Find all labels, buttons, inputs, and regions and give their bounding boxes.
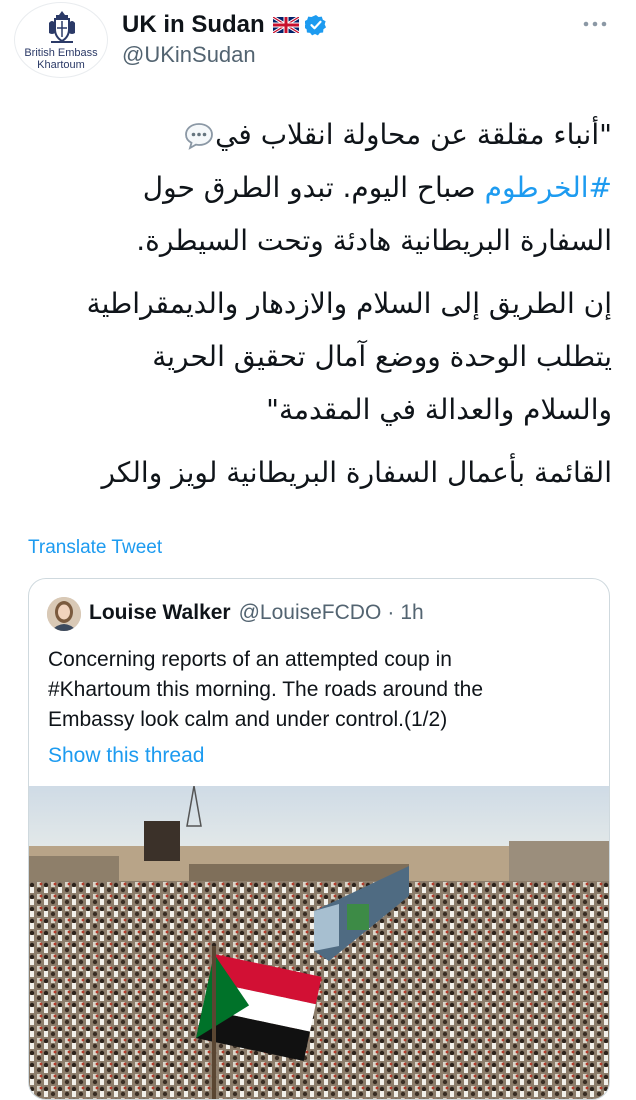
quoted-tweet-card[interactable]: Louise Walker @LouiseFCDO · 1h Concernin… — [28, 578, 610, 1100]
tweet-line-7: القائمة بأعمال السفارة البريطانية لويز و… — [101, 456, 612, 489]
tweet-paragraph-2: إن الطريق إلى السلام والازدهار والديمقرا… — [30, 277, 612, 436]
author-name-row: UK in Sudan — [122, 10, 327, 40]
quoted-display-name[interactable]: Louise Walker — [89, 601, 231, 625]
tweet-header: British Embass Khartoum UK in Sudan @UKi… — [0, 0, 636, 90]
hashtag-khartoum-link[interactable]: #الخرطوم — [485, 171, 612, 204]
tweet-text: "أنباء مقلقة عن محاولة انقلاب في #الخرطو… — [30, 108, 612, 509]
tweet-line-4: إن الطريق إلى السلام والازدهار والديمقرا… — [86, 287, 612, 320]
quoted-author-avatar[interactable] — [47, 597, 81, 631]
royal-crest-icon — [49, 11, 75, 43]
avatar-text-line1: British Embass — [24, 47, 98, 59]
show-thread-link[interactable]: Show this thread — [48, 744, 204, 768]
quoted-text-line-3: Embassy look calm and under control.(1/2… — [48, 708, 448, 731]
quoted-handle[interactable]: @LouiseFCDO — [239, 601, 382, 625]
tweet-line-1: "أنباء مقلقة عن محاولة انقلاب في — [177, 118, 612, 151]
avatar-text-line2: Khartoum — [37, 59, 85, 71]
speech-bubble-icon — [185, 123, 213, 150]
tweet-line-5: يتطلب الوحدة ووضع آمال تحقيق الحرية — [152, 340, 612, 373]
translate-tweet-link[interactable]: Translate Tweet — [28, 537, 162, 559]
tweet-line-3: السفارة البريطانية هادئة وتحت السيطرة. — [136, 224, 612, 257]
person-avatar-icon — [47, 597, 81, 631]
quoted-text-line-1: Concerning reports of an attempted coup … — [48, 648, 452, 671]
separator-dot: · — [387, 601, 395, 624]
more-dots-icon[interactable] — [580, 14, 610, 34]
tweet-line-2: #الخرطوم صباح اليوم. تبدو الطرق حول — [142, 171, 612, 204]
tweet-line-6: والسلام والعدالة في المقدمة" — [266, 393, 612, 426]
author-handle[interactable]: @UKinSudan — [122, 42, 256, 68]
uk-flag-icon — [272, 17, 299, 33]
crowd-train-photo — [29, 786, 609, 1099]
quoted-name-row: Louise Walker @LouiseFCDO · 1h — [89, 601, 424, 625]
verified-badge-icon — [304, 15, 326, 36]
tweet-paragraph-1: "أنباء مقلقة عن محاولة انقلاب في #الخرطو… — [30, 108, 612, 267]
quoted-timestamp[interactable]: 1h — [400, 601, 423, 625]
quoted-text-line-2: #Khartoum this morning. The roads around… — [48, 678, 484, 701]
author-display-name[interactable]: UK in Sudan — [122, 11, 265, 39]
tweet-photo[interactable] — [29, 786, 609, 1099]
tweet-paragraph-3: القائمة بأعمال السفارة البريطانية لويز و… — [30, 446, 612, 499]
quoted-tweet-text: Concerning reports of an attempted coup … — [48, 645, 598, 735]
author-avatar[interactable]: British Embass Khartoum — [14, 2, 108, 78]
